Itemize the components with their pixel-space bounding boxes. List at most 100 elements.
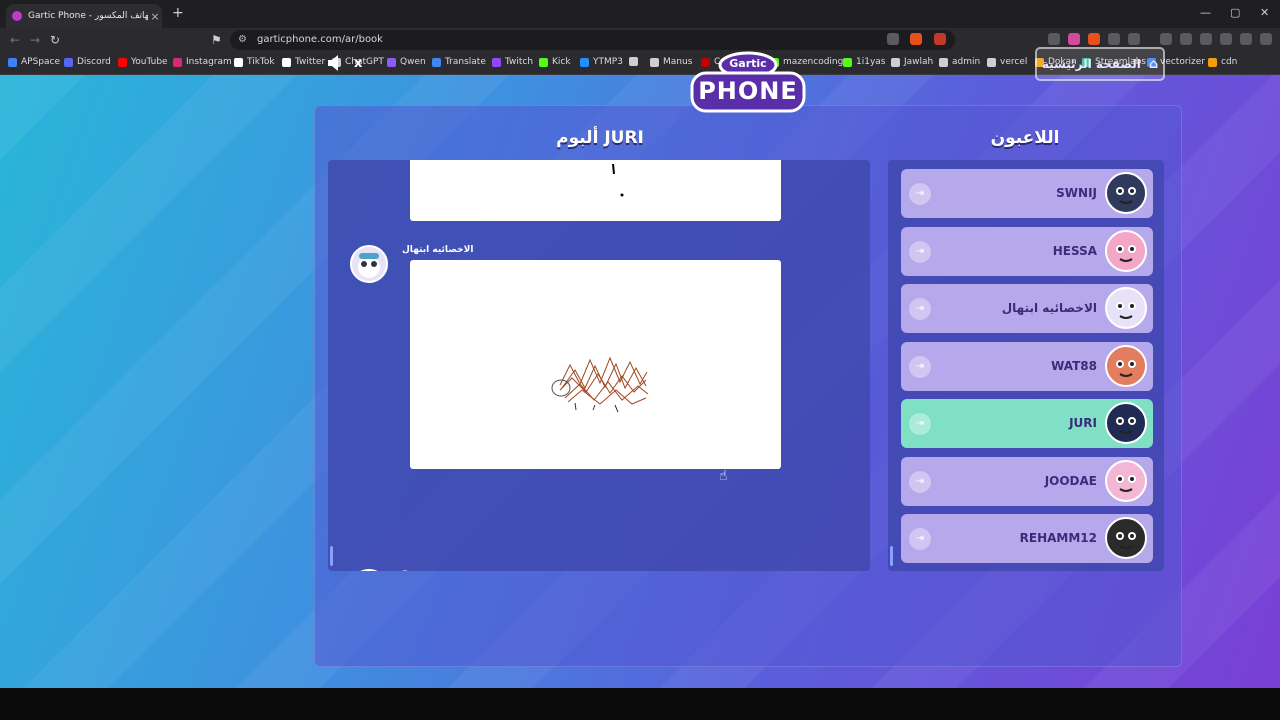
speaker-muted-icon[interactable]: x: [326, 52, 362, 73]
menu-icon[interactable]: [1260, 33, 1272, 45]
bookmark-favicon-icon: [629, 57, 638, 66]
wallet-icon[interactable]: [1200, 33, 1212, 45]
kick-icon[interactable]: ⇥: [909, 240, 931, 263]
site-info-icon[interactable]: ⚙: [238, 34, 247, 45]
scroll-indicator[interactable]: [330, 546, 333, 566]
home-icon: ⌂: [1148, 56, 1159, 72]
hedgehog-drawing: [551, 356, 649, 413]
player-row[interactable]: ⇥ SWNIJ: [901, 169, 1153, 218]
browser-titlebar: [0, 0, 1280, 28]
bookmark-favicon-icon: [234, 57, 243, 67]
bookmark-item[interactable]: TikTok: [234, 57, 275, 67]
bookmark-item[interactable]: vercel: [987, 57, 1027, 67]
home-button[interactable]: الصفحة الرئيسية ⌂: [1035, 47, 1165, 81]
kick-icon[interactable]: ⇥: [909, 470, 931, 493]
brave-shield-icon[interactable]: [910, 33, 922, 45]
bookmark-item[interactable]: cdn: [1208, 57, 1237, 67]
bookmark-icon[interactable]: ⚑: [211, 33, 222, 47]
bookmark-favicon-icon: [387, 57, 396, 67]
bookmark-item[interactable]: Twitter: [282, 57, 325, 67]
bookmark-item[interactable]: Kick: [539, 57, 571, 67]
kick-icon[interactable]: ⇥: [909, 528, 931, 550]
bookmark-item[interactable]: APSpace: [8, 57, 60, 67]
close-window-button[interactable]: ✕: [1260, 6, 1269, 19]
scroll-indicator[interactable]: [890, 546, 893, 566]
forward-icon[interactable]: →: [30, 33, 40, 47]
bookmark-item[interactable]: YouTube: [118, 57, 168, 67]
tab-title: Gartic Phone - لعبة الهاتف المكسور: [28, 11, 148, 21]
bookmark-favicon-icon: [282, 57, 291, 67]
bookmark-item[interactable]: Instagram: [173, 57, 232, 67]
bookmark-item[interactable]: Qwen: [387, 57, 426, 67]
bookmark-item[interactable]: Discord: [64, 57, 111, 67]
player-row[interactable]: ⇥ REHAMM12: [901, 514, 1153, 563]
share-icon[interactable]: [887, 33, 899, 45]
player-row[interactable]: ⇥ HESSA: [901, 226, 1153, 276]
leo-icon[interactable]: [1220, 33, 1232, 45]
brave-rewards-icon[interactable]: [934, 33, 946, 45]
player-avatar: [1105, 402, 1147, 444]
entry-author: R: [402, 570, 409, 571]
bookmark-label: Twitter: [295, 57, 326, 67]
extension-icon[interactable]: [1088, 33, 1100, 45]
logo-phone-text: PHONE: [698, 77, 798, 105]
logo-gartic-text: Gartic: [729, 57, 767, 70]
bookmark-favicon-icon: [939, 57, 948, 67]
player-row[interactable]: ⇥ JOODAE: [901, 456, 1153, 506]
kick-icon[interactable]: ⇥: [909, 298, 931, 320]
player-avatar: [1105, 517, 1147, 559]
bookmark-label: Discord: [77, 57, 111, 67]
browser-tab[interactable]: Gartic Phone - لعبة الهاتف المكسور ×: [6, 4, 162, 28]
tab-close-icon[interactable]: ×: [148, 10, 162, 23]
extension-icon[interactable]: [1068, 33, 1080, 45]
bookmark-label: 1i1yas: [856, 57, 886, 67]
extension-icon[interactable]: [1128, 33, 1140, 45]
bookmark-item[interactable]: admin: [939, 57, 980, 67]
bookmark-favicon-icon: [64, 57, 73, 67]
player-avatar: [1105, 229, 1147, 272]
back-icon[interactable]: ←: [10, 33, 20, 47]
previous-drawing: [612, 163, 624, 197]
bookmark-label: APSpace: [21, 57, 61, 67]
bookmark-label: Instagram: [186, 57, 232, 67]
album-feed[interactable]: الاخصائيه ابتهال R •••: [328, 160, 870, 571]
bookmark-item[interactable]: Twitch: [492, 57, 533, 67]
bookmark-item[interactable]: Jawlah: [891, 57, 933, 67]
player-name: SWNIJ: [1056, 186, 1097, 200]
players-title: اللاعبون: [990, 128, 1060, 148]
music-icon[interactable]: [1160, 33, 1172, 45]
reload-icon[interactable]: ↻: [50, 33, 60, 47]
kick-icon[interactable]: ⇥: [909, 355, 931, 378]
bookmark-item[interactable]: YTMP3: [580, 57, 623, 67]
extension-icon[interactable]: [1048, 33, 1060, 45]
maximize-button[interactable]: ▢: [1230, 6, 1240, 19]
bookmark-favicon-icon: [987, 57, 996, 67]
player-name: JOODAE: [1044, 473, 1097, 488]
bookmark-item[interactable]: [629, 57, 642, 66]
bookmark-item[interactable]: Manus: [650, 57, 692, 67]
sidebar-icon[interactable]: [1180, 33, 1192, 45]
bookmark-label: Kick: [552, 57, 571, 67]
bookmark-favicon-icon: [118, 57, 127, 67]
bookmark-label: Qwen: [400, 57, 426, 67]
url-text[interactable]: garticphone.com/ar/book: [257, 34, 383, 45]
player-row[interactable]: ⇥ JURI: [901, 399, 1153, 448]
album-title: ألبوم JURI: [556, 128, 644, 148]
kick-icon[interactable]: ⇥: [909, 413, 931, 435]
minimize-button[interactable]: —: [1200, 6, 1211, 19]
bookmark-item[interactable]: 1i1yas: [843, 57, 885, 67]
bookmark-favicon-icon: [492, 57, 501, 67]
new-tab-button[interactable]: +: [172, 5, 184, 21]
player-name: REHAMM12: [1019, 531, 1097, 545]
player-avatar: [1105, 172, 1147, 214]
bookmark-favicon-icon: [432, 57, 441, 67]
bookmark-label: vectorizer: [1160, 57, 1206, 67]
vpn-icon[interactable]: [1240, 33, 1252, 45]
bookmark-item[interactable]: Translate: [432, 57, 486, 67]
player-row[interactable]: ⇥ الاخصائيه ابتهال: [901, 284, 1153, 333]
puzzle-icon[interactable]: [1108, 33, 1120, 45]
player-row[interactable]: ⇥ WAT88: [901, 341, 1153, 391]
kick-icon[interactable]: ⇥: [909, 183, 931, 205]
mute-mark: x: [354, 56, 363, 71]
bookmark-favicon-icon: [580, 57, 589, 67]
